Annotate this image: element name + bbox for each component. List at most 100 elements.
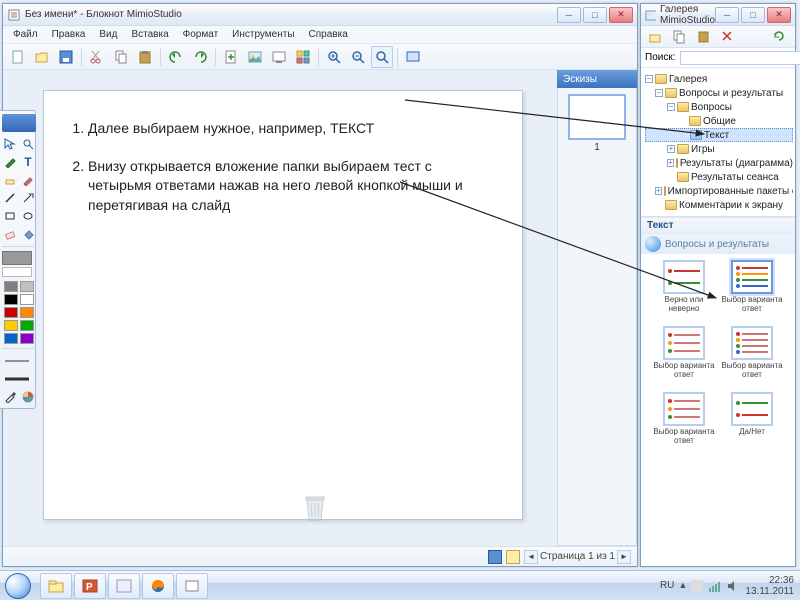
brush-tool-icon[interactable] xyxy=(20,172,36,188)
insert-file-icon[interactable] xyxy=(220,46,242,68)
cut-icon[interactable] xyxy=(86,46,108,68)
swatch-white[interactable] xyxy=(20,294,34,305)
text-tool-icon[interactable]: T xyxy=(20,154,36,170)
paste-icon[interactable] xyxy=(134,46,156,68)
search-input[interactable] xyxy=(680,51,800,65)
stroke-thick-icon[interactable] xyxy=(2,371,32,387)
screen-clip-icon[interactable] xyxy=(268,46,290,68)
fullscreen-icon[interactable] xyxy=(402,46,424,68)
task-explorer[interactable] xyxy=(40,573,72,599)
new-file-icon[interactable] xyxy=(7,46,29,68)
stroke-thin-icon[interactable] xyxy=(2,353,32,369)
toolbox-header[interactable] xyxy=(2,114,36,132)
task-app[interactable] xyxy=(108,573,140,599)
menu-view[interactable]: Вид xyxy=(93,28,123,41)
tree-root[interactable]: −Галерея xyxy=(645,72,793,86)
tree-results-diagram[interactable]: +Результаты (диаграмма) xyxy=(645,156,793,170)
swatch-red[interactable] xyxy=(4,307,18,318)
fill-tool-icon[interactable] xyxy=(20,226,36,242)
menu-format[interactable]: Формат xyxy=(177,28,225,41)
tray-volume-icon[interactable] xyxy=(727,580,739,592)
menu-edit[interactable]: Правка xyxy=(46,28,92,41)
tray-flag-icon[interactable] xyxy=(691,580,703,592)
picker-tool-icon[interactable] xyxy=(2,389,18,405)
menu-help[interactable]: Справка xyxy=(303,28,354,41)
template-item[interactable]: Выбор варианта ответ xyxy=(653,326,715,388)
menu-file[interactable]: Файл xyxy=(7,28,44,41)
swatch-silver[interactable] xyxy=(20,281,34,292)
toolbox[interactable]: T xyxy=(0,110,36,409)
gallery-category-banner[interactable]: Вопросы и результаты xyxy=(641,234,795,254)
gallery-minimize-button[interactable]: ─ xyxy=(715,7,739,23)
task-powerpoint[interactable]: P xyxy=(74,573,106,599)
page-next-icon[interactable]: ► xyxy=(617,550,631,564)
trash-icon[interactable] xyxy=(303,494,327,522)
close-button[interactable]: ✕ xyxy=(609,7,633,23)
thumbnails-body[interactable]: 1 xyxy=(557,88,637,546)
zoom-out-icon[interactable] xyxy=(347,46,369,68)
notepad-titlebar[interactable]: Без имени* - Блокнот MimioStudio ─ □ ✕ xyxy=(3,4,637,26)
tree-questions-results[interactable]: −Вопросы и результаты xyxy=(645,86,793,100)
swatch-purple[interactable] xyxy=(20,333,34,344)
slide-thumbnail[interactable] xyxy=(568,94,626,140)
minimize-button[interactable]: ─ xyxy=(557,7,581,23)
save-icon[interactable] xyxy=(55,46,77,68)
pen-tool-icon[interactable] xyxy=(2,154,18,170)
system-tray[interactable]: RU ▴ 22:36 13.11.2011 xyxy=(654,575,800,597)
color-white-swatch[interactable] xyxy=(2,267,32,277)
swatch-gray[interactable] xyxy=(4,281,18,292)
slide-page[interactable]: Далее выбираем нужное, например, ТЕКСТ В… xyxy=(43,90,523,520)
gallery-refresh-icon[interactable] xyxy=(769,26,791,48)
tray-network-icon[interactable] xyxy=(709,580,721,592)
tree-common[interactable]: Общие xyxy=(645,114,793,128)
arrow-tool-icon[interactable] xyxy=(20,190,36,206)
copy-icon[interactable] xyxy=(110,46,132,68)
template-item[interactable]: Выбор варианта ответ xyxy=(721,260,783,322)
gallery-delete-icon[interactable] xyxy=(717,26,739,48)
menu-tools[interactable]: Инструменты xyxy=(226,28,300,41)
templates-grid[interactable]: Верно или неверно Выбор варианта ответ В… xyxy=(641,254,795,566)
swatch-black[interactable] xyxy=(4,294,18,305)
menu-insert[interactable]: Вставка xyxy=(125,28,174,41)
gallery-tree[interactable]: −Галерея −Вопросы и результаты −Вопросы … xyxy=(641,68,795,217)
select-tool-icon[interactable] xyxy=(2,136,18,152)
tree-screen-comments[interactable]: Комментарии к экрану xyxy=(645,198,793,212)
swatch-yellow[interactable] xyxy=(4,320,18,331)
tree-questions[interactable]: −Вопросы xyxy=(645,100,793,114)
gallery-close-button[interactable]: ✕ xyxy=(767,7,791,23)
zoom-in-icon[interactable] xyxy=(323,46,345,68)
insert-image-icon[interactable] xyxy=(244,46,266,68)
templates-icon[interactable] xyxy=(292,46,314,68)
eraser-tool-icon[interactable] xyxy=(2,226,18,242)
highlighter-icon[interactable] xyxy=(2,172,18,188)
color-gray-swatch[interactable] xyxy=(2,251,32,265)
undo-icon[interactable] xyxy=(165,46,187,68)
open-icon[interactable] xyxy=(31,46,53,68)
line-tool-icon[interactable] xyxy=(2,190,18,206)
zoom-tool-icon[interactable] xyxy=(20,136,36,152)
gallery-maximize-button[interactable]: □ xyxy=(741,7,765,23)
zoom-fit-icon[interactable] xyxy=(371,46,393,68)
start-button[interactable] xyxy=(0,571,36,601)
swatch-blue[interactable] xyxy=(4,333,18,344)
page-prev-icon[interactable]: ◄ xyxy=(524,550,538,564)
tray-up-icon[interactable]: ▴ xyxy=(680,580,685,591)
redo-icon[interactable] xyxy=(189,46,211,68)
rect-tool-icon[interactable] xyxy=(2,208,18,224)
template-item[interactable]: Выбор варианта ответ xyxy=(653,392,715,454)
clock[interactable]: 22:36 13.11.2011 xyxy=(745,575,794,597)
template-item[interactable]: Выбор варианта ответ xyxy=(721,326,783,388)
swatch-green[interactable] xyxy=(20,320,34,331)
gallery-paste-icon[interactable] xyxy=(693,26,715,48)
tree-games[interactable]: +Игры xyxy=(645,142,793,156)
tree-text[interactable]: Текст xyxy=(645,128,793,142)
gallery-copy-icon[interactable] xyxy=(669,26,691,48)
maximize-button[interactable]: □ xyxy=(583,7,607,23)
template-item[interactable]: Да/Нет xyxy=(721,392,783,454)
more-colors-icon[interactable] xyxy=(20,389,36,405)
template-item[interactable]: Верно или неверно xyxy=(653,260,715,322)
task-firefox[interactable] xyxy=(142,573,174,599)
ellipse-tool-icon[interactable] xyxy=(20,208,36,224)
canvas-area[interactable]: Далее выбираем нужное, например, ТЕКСТ В… xyxy=(3,70,557,546)
lang-indicator[interactable]: RU xyxy=(660,580,674,591)
